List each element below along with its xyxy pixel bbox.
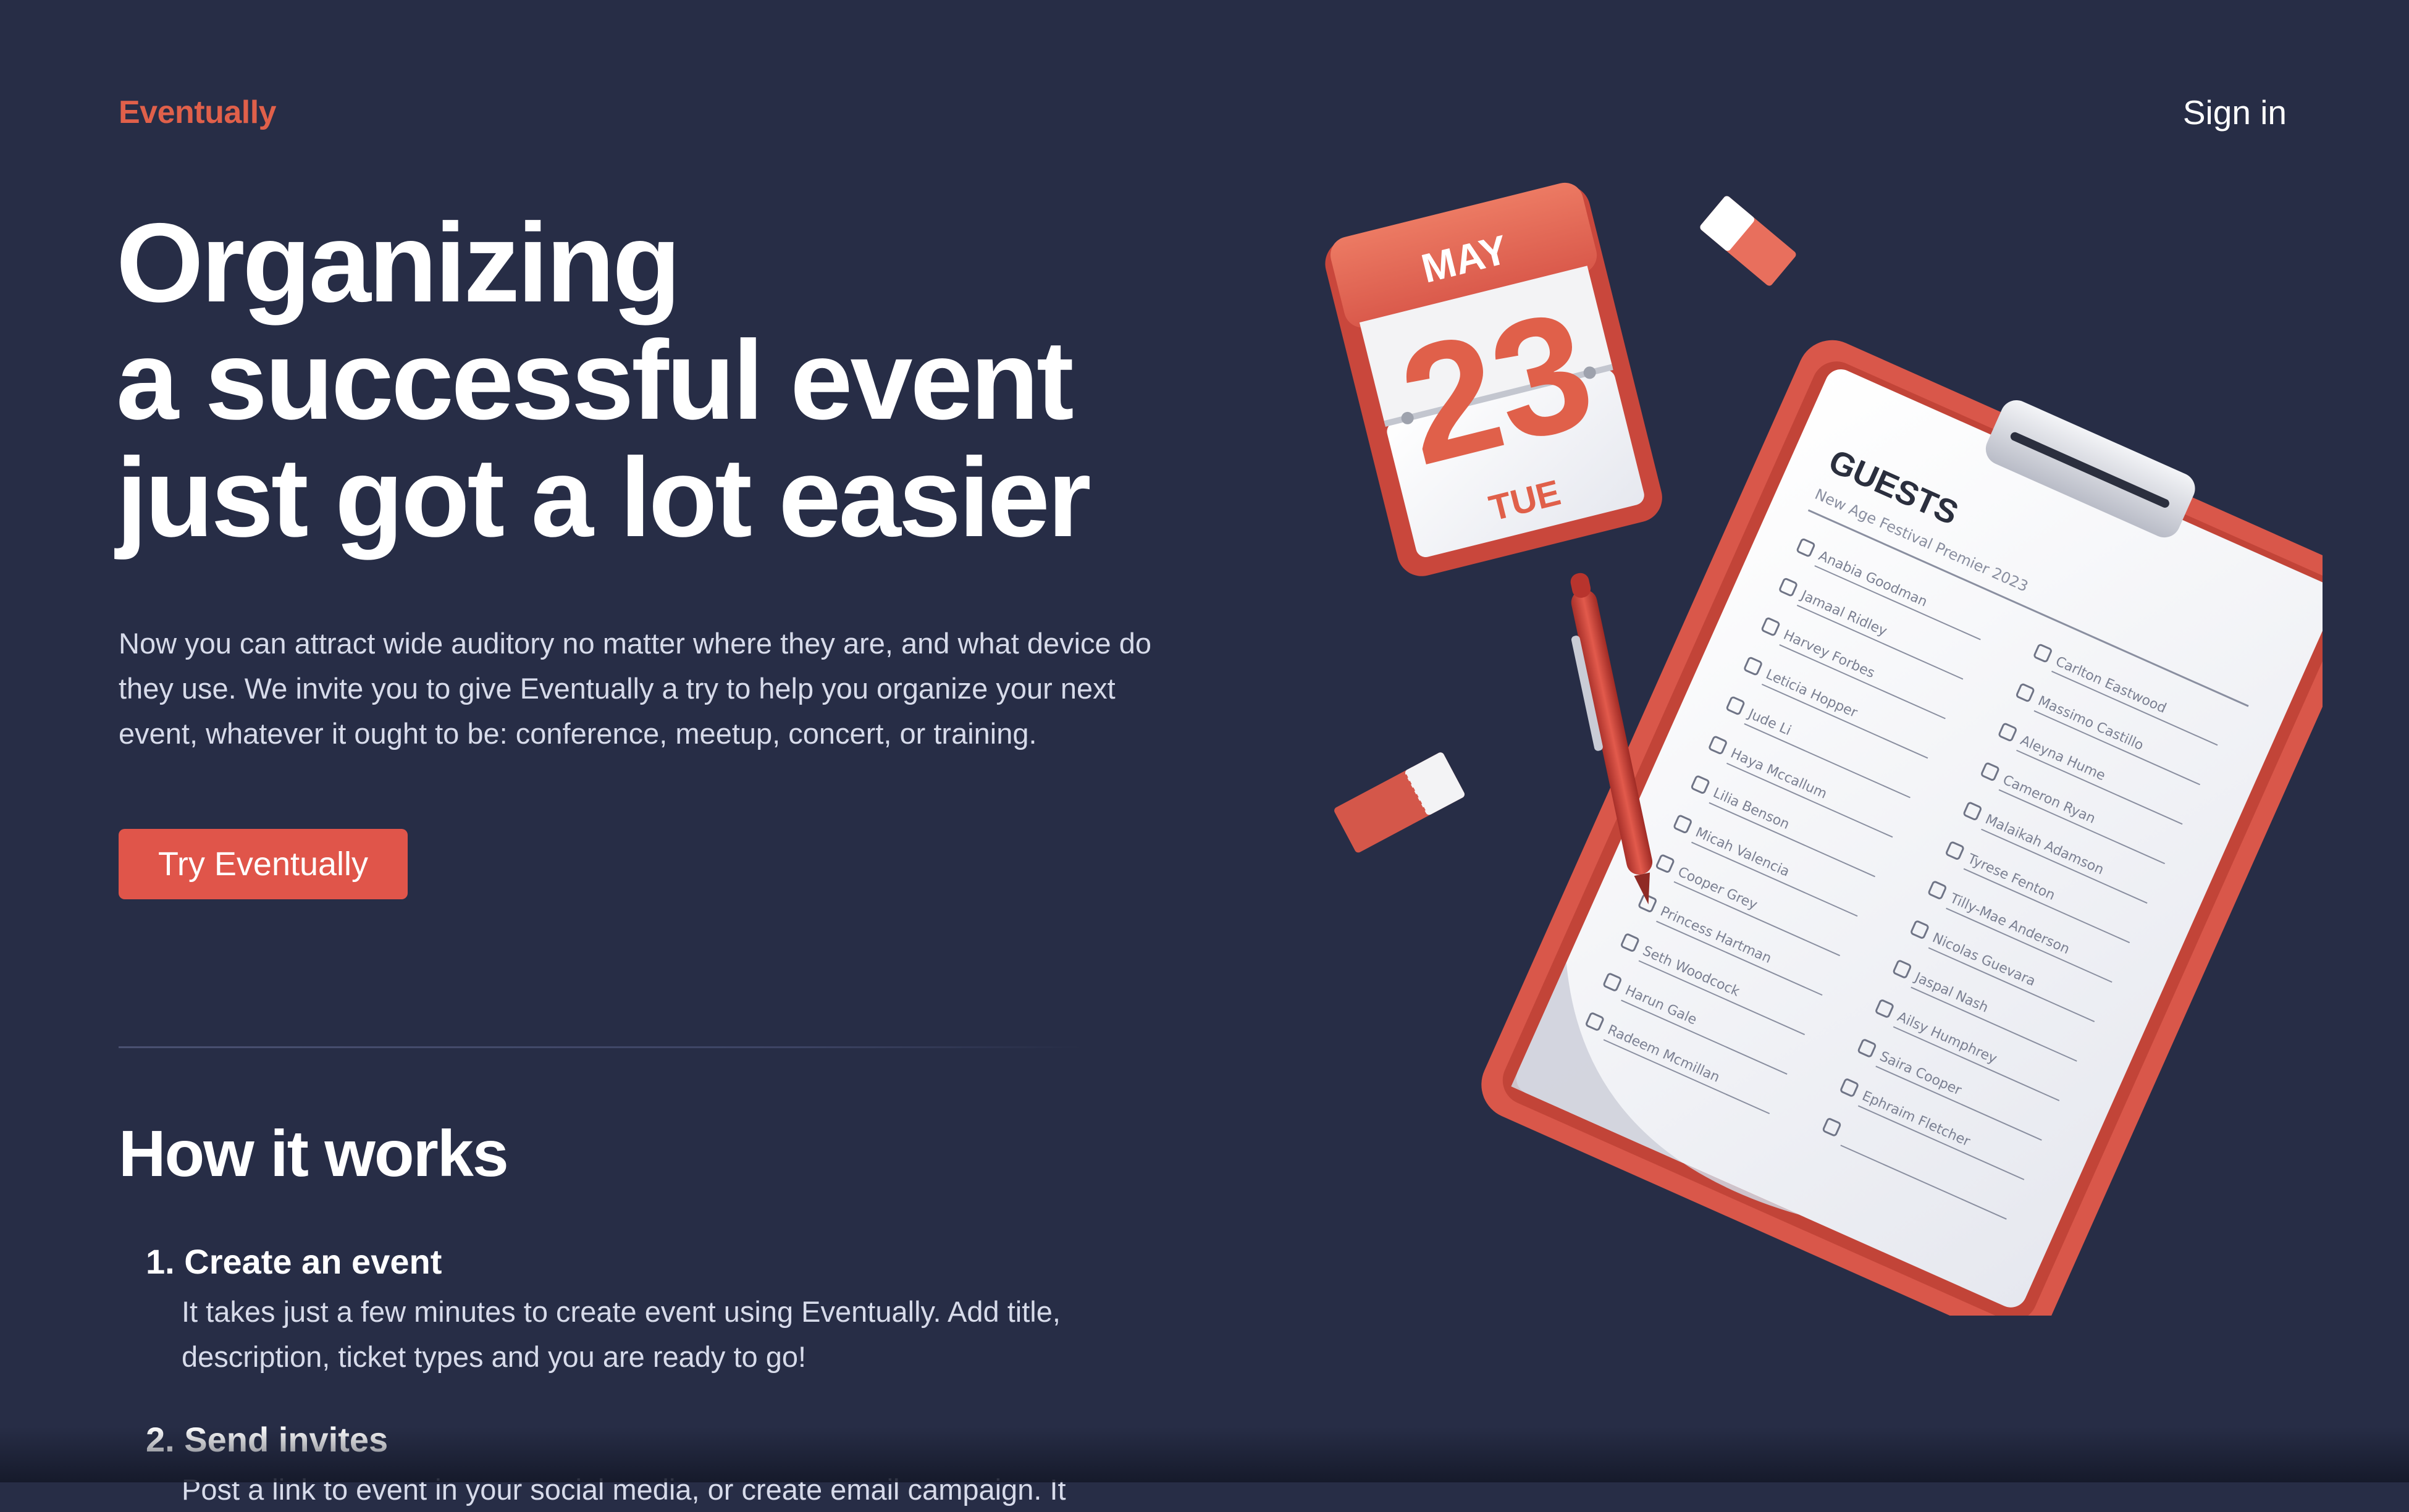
hero-title-line-3: just got a lot easier xyxy=(116,434,1091,560)
calendar-icon: MAY 23 TUE xyxy=(1325,182,1662,576)
event-illustration: MAY 23 TUE GUESTS New Age Festival Premi… xyxy=(1325,182,2323,1316)
try-eventually-button[interactable]: Try Eventually xyxy=(119,829,408,899)
hero-title-line-2: a successful event xyxy=(116,317,1074,443)
step-create-event: 1. Create an event It takes just a few m… xyxy=(146,1241,1109,1379)
bottom-scroll-shadow xyxy=(0,1427,2409,1482)
ticket-icon xyxy=(1700,196,1796,286)
hero-title: Organizing a successful event just got a… xyxy=(116,204,1259,556)
ticket-icon xyxy=(1334,752,1465,853)
sign-in-link[interactable]: Sign in xyxy=(2183,93,2287,132)
hero-description: Now you can attract wide auditory no mat… xyxy=(119,627,1152,750)
step-description: It takes just a few minutes to create ev… xyxy=(182,1295,1061,1373)
hero-title-line-1: Organizing xyxy=(116,200,681,326)
step-title: 1. Create an event xyxy=(146,1242,442,1281)
section-divider xyxy=(119,1046,1082,1048)
how-it-works-title: How it works xyxy=(119,1117,509,1190)
brand-logo[interactable]: Eventually xyxy=(119,94,277,131)
